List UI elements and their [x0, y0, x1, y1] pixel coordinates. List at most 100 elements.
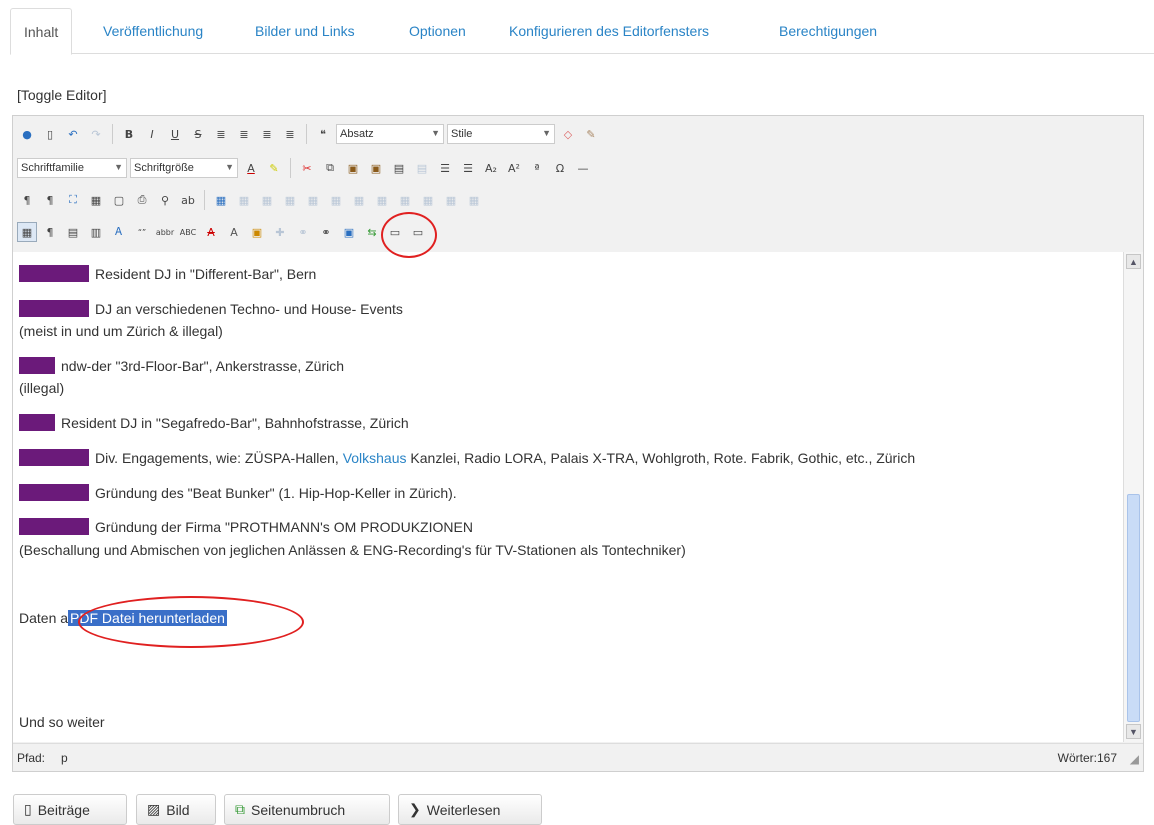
- print-icon[interactable]: ⎙: [132, 190, 152, 210]
- toolbar-row-4: ▦ ¶ ▤ ▥ Ꭺ “” abbr ABC A A ▣ ✚ ⚭ ⚭ ▣ ⇆ ▭ …: [17, 219, 428, 245]
- fullscreen-icon[interactable]: ⛶: [63, 190, 83, 210]
- tab-berechtigungen[interactable]: Berechtigungen: [766, 8, 890, 54]
- code-cleanup-icon[interactable]: ⇆: [362, 222, 382, 242]
- search-icon[interactable]: ⚲: [155, 190, 175, 210]
- bullet-list-icon[interactable]: ☰: [435, 158, 455, 178]
- highlight-color-icon[interactable]: ✎: [264, 158, 284, 178]
- find-icon[interactable]: ▤: [412, 158, 432, 178]
- insert-row-before-icon[interactable]: ▦: [303, 190, 323, 210]
- format-select[interactable]: Absatz ▼: [336, 124, 444, 144]
- tab-bilder-und-links[interactable]: Bilder und Links: [242, 8, 368, 54]
- ltr-icon[interactable]: ¶: [17, 190, 37, 210]
- paste-icon[interactable]: ▣: [343, 158, 363, 178]
- clean-brush-icon[interactable]: ✎: [581, 124, 601, 144]
- anchor-icon[interactable]: ✚: [270, 222, 290, 242]
- font-size-select[interactable]: Schriftgröße ▼: [130, 158, 238, 178]
- toggle-editor-link[interactable]: [Toggle Editor]: [17, 87, 107, 103]
- pagebreak-button[interactable]: ⧉ Seitenumbruch: [224, 794, 390, 825]
- ins-icon[interactable]: A: [224, 222, 244, 242]
- numbered-list-icon[interactable]: ☰: [458, 158, 478, 178]
- pagebreak-icon[interactable]: ▭: [385, 222, 405, 242]
- unlink-icon[interactable]: ⚭: [293, 222, 313, 242]
- articles-button[interactable]: ▯ Beiträge: [13, 794, 127, 825]
- insert-row-after-icon[interactable]: ▦: [326, 190, 346, 210]
- copy-icon[interactable]: ⧉: [320, 158, 340, 178]
- style-select[interactable]: Stile ▼: [447, 124, 555, 144]
- bold-icon[interactable]: B: [119, 124, 139, 144]
- underline-icon[interactable]: U: [165, 124, 185, 144]
- table-cell-icon[interactable]: ▦: [280, 190, 300, 210]
- insert-col-after-icon[interactable]: ▦: [395, 190, 415, 210]
- toolbar-separator: [306, 124, 307, 144]
- scroll-down-icon[interactable]: ▼: [1126, 724, 1141, 739]
- table-props-icon[interactable]: ▦: [257, 190, 277, 210]
- styleprops-icon[interactable]: Ꭺ: [109, 222, 129, 242]
- readmore-button[interactable]: ❯ Weiterlesen: [398, 794, 542, 825]
- acronym-icon[interactable]: ABC: [178, 222, 198, 242]
- align-justify-icon[interactable]: ≣: [280, 124, 300, 144]
- align-right-icon[interactable]: ≣: [257, 124, 277, 144]
- readmore-icon[interactable]: ▭: [408, 222, 428, 242]
- tab-optionen[interactable]: Optionen: [396, 8, 479, 54]
- blockquote-icon[interactable]: ❝: [313, 124, 333, 144]
- cut-icon[interactable]: ✂: [297, 158, 317, 178]
- table-icon[interactable]: ▦: [211, 190, 231, 210]
- path-value[interactable]: p: [61, 751, 68, 765]
- del-icon[interactable]: A: [201, 222, 221, 242]
- image-button[interactable]: ▨ Bild: [136, 794, 216, 825]
- template-icon[interactable]: ▦: [86, 190, 106, 210]
- character-map-icon[interactable]: ª: [527, 158, 547, 178]
- toolbar-separator: [204, 190, 205, 210]
- visual-aid-icon[interactable]: ▦: [17, 222, 37, 242]
- paste-text-icon[interactable]: ▣: [366, 158, 386, 178]
- scrollbar-thumb[interactable]: [1127, 494, 1140, 722]
- replace-icon[interactable]: ab: [178, 190, 198, 210]
- cite-icon[interactable]: “”: [132, 222, 152, 242]
- year-block: [19, 484, 89, 501]
- subscript-icon[interactable]: A₂: [481, 158, 501, 178]
- chevron-down-icon: ❯: [409, 801, 421, 817]
- undo-icon[interactable]: ↶: [63, 124, 83, 144]
- tab-konfigurieren[interactable]: Konfigurieren des Editorfensters: [496, 8, 722, 54]
- merge-cells-icon[interactable]: ▦: [464, 190, 484, 210]
- eraser-icon[interactable]: ◇: [558, 124, 578, 144]
- resize-handle-icon[interactable]: ◢: [1130, 752, 1139, 766]
- special-char-icon[interactable]: Ω: [550, 158, 570, 178]
- align-center-icon[interactable]: ≣: [234, 124, 254, 144]
- superscript-icon[interactable]: A²: [504, 158, 524, 178]
- show-blocks-icon[interactable]: ¶: [40, 222, 60, 242]
- font-family-select[interactable]: Schriftfamilie ▼: [17, 158, 127, 178]
- volkshaus-link[interactable]: Volkshaus: [343, 450, 407, 466]
- attribs-icon[interactable]: ▣: [247, 222, 267, 242]
- insert-link-icon[interactable]: ⚭: [316, 222, 336, 242]
- image-button-label: Bild: [166, 801, 190, 818]
- tab-veroeffentlichung[interactable]: Veröffentlichung: [90, 8, 216, 54]
- help-icon[interactable]: ●: [17, 124, 37, 144]
- paragraph-line: (meist in und um Zürich & illegal): [19, 323, 223, 339]
- strikethrough-icon[interactable]: S: [188, 124, 208, 144]
- abbr-icon[interactable]: abbr: [155, 222, 175, 242]
- year-block: [19, 300, 89, 317]
- insert-layer-icon[interactable]: ▤: [63, 222, 83, 242]
- insert-image-icon[interactable]: ▣: [339, 222, 359, 242]
- preview-icon[interactable]: ▢: [109, 190, 129, 210]
- italic-icon[interactable]: I: [142, 124, 162, 144]
- delete-col-icon[interactable]: ▦: [418, 190, 438, 210]
- editor-content[interactable]: Resident DJ in "Different-Bar", Bern DJ …: [13, 252, 1124, 742]
- paste-word-icon[interactable]: ▤: [389, 158, 409, 178]
- scroll-up-icon[interactable]: ▲: [1126, 254, 1141, 269]
- rtl-icon[interactable]: ¶: [40, 190, 60, 210]
- tab-inhalt[interactable]: Inhalt: [10, 8, 73, 55]
- redo-icon[interactable]: ↷: [86, 124, 106, 144]
- layer-props-icon[interactable]: ▥: [86, 222, 106, 242]
- new-document-icon[interactable]: ▯: [40, 124, 60, 144]
- table-row-icon[interactable]: ▦: [234, 190, 254, 210]
- align-left-icon[interactable]: ≣: [211, 124, 231, 144]
- pdf-download-link[interactable]: PDF Datei herunterladen: [68, 610, 227, 626]
- editor-scrollbar[interactable]: ▲ ▼: [1123, 252, 1143, 742]
- horizontal-rule-icon[interactable]: —: [573, 158, 593, 178]
- text-color-icon[interactable]: A: [241, 158, 261, 178]
- delete-row-icon[interactable]: ▦: [349, 190, 369, 210]
- split-cells-icon[interactable]: ▦: [441, 190, 461, 210]
- insert-col-before-icon[interactable]: ▦: [372, 190, 392, 210]
